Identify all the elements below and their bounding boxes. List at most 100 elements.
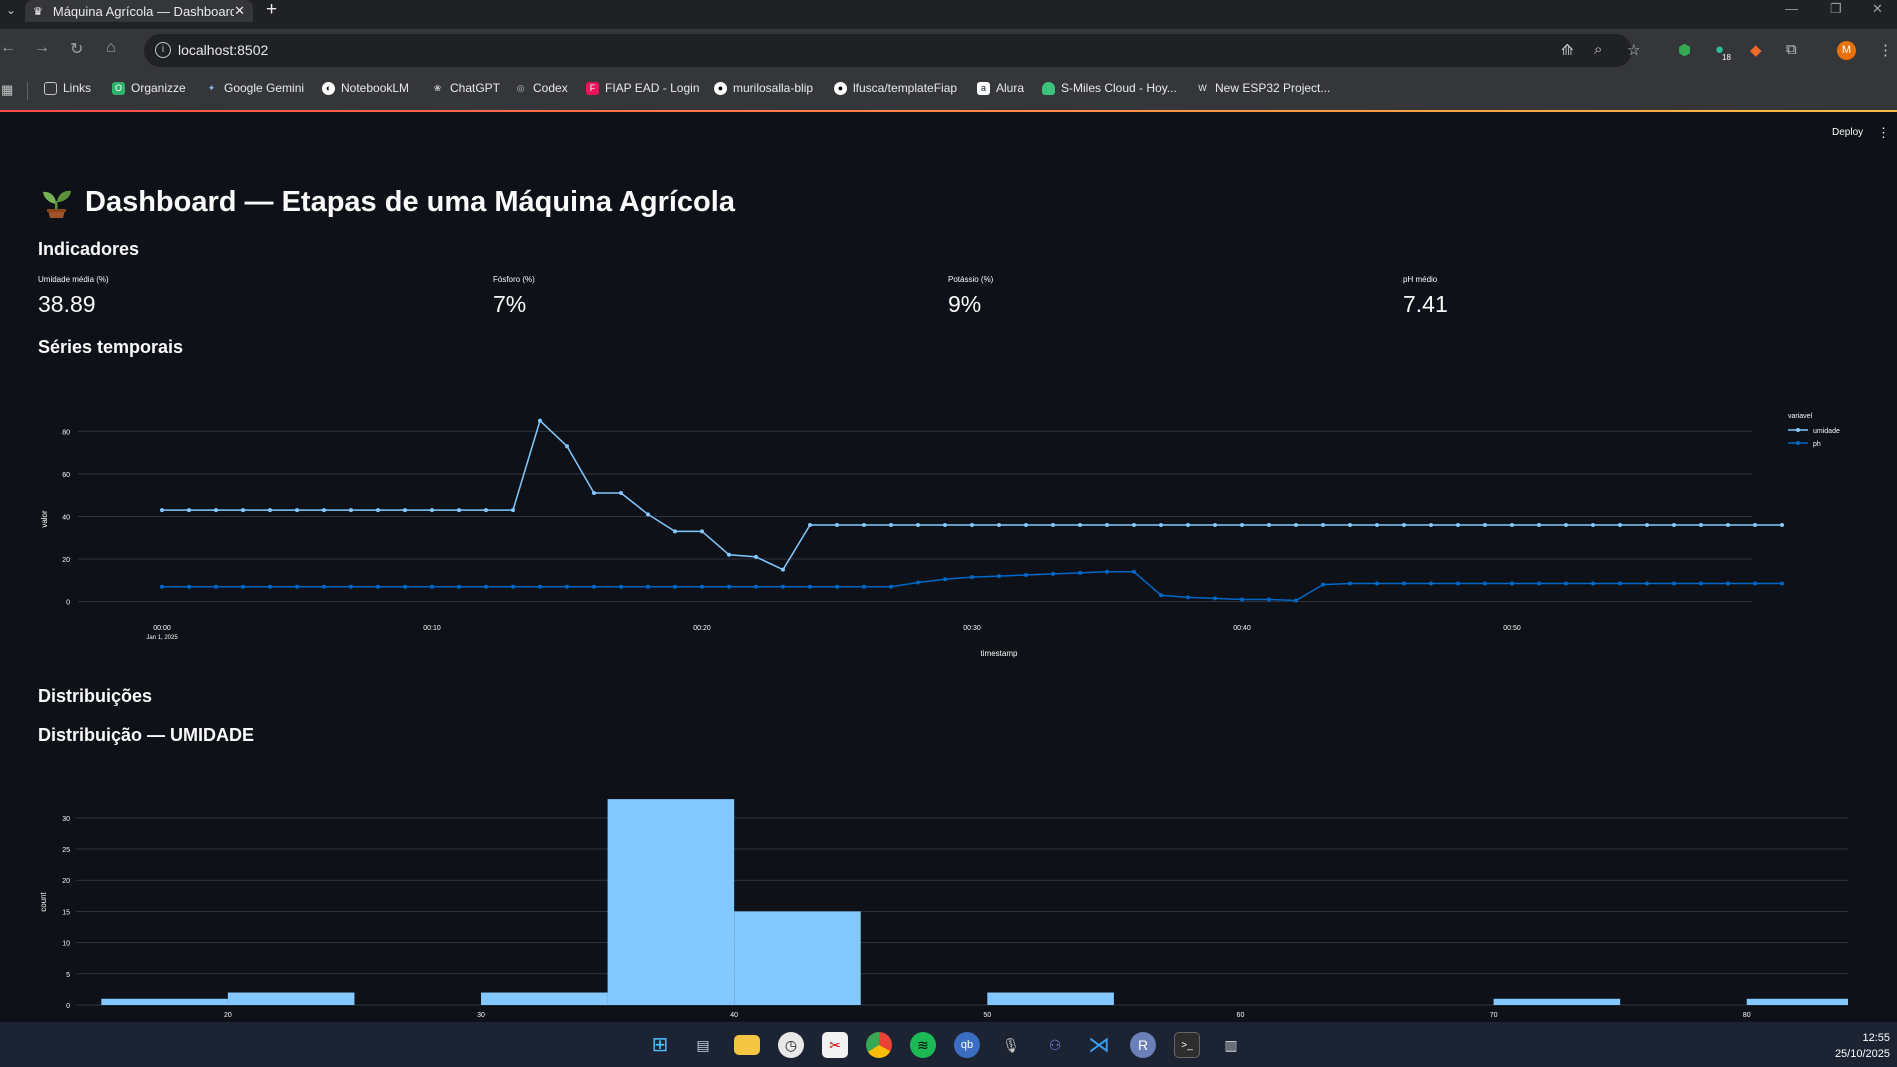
y-tick-label: 30 [62, 816, 70, 823]
spotify-icon[interactable]: ≋ [910, 1032, 936, 1058]
data-point-umidade [376, 508, 380, 513]
histogram-bar [1746, 998, 1848, 1005]
bookmark-fiap[interactable]: F FIAP EAD - Login [586, 81, 700, 95]
system-clock[interactable]: 12:55 25/10/2025 [1820, 1030, 1890, 1062]
zoom-icon[interactable]: ⌕ [1594, 41, 1602, 58]
microphone-icon[interactable]: 🎙 [998, 1032, 1024, 1058]
chrome-icon[interactable] [866, 1032, 892, 1058]
data-point-ph [1024, 573, 1028, 577]
bookmark-gemini[interactable]: ✦ Google Gemini [205, 81, 304, 95]
minimize-icon[interactable]: — [1785, 0, 1798, 20]
bookmark-codex[interactable]: ◎ Codex [514, 81, 568, 95]
data-point-ph [1078, 570, 1082, 575]
forward-icon[interactable]: → [34, 39, 50, 57]
data-point-umidade [565, 444, 569, 449]
data-point-umidade [1456, 522, 1460, 527]
windows-taskbar: ⊞ ▤ ◷ ✂ ≋ qb 🎙 ⚇ ⋊ R >_ ▥ 12:55 25/10/20… [0, 1022, 1897, 1067]
bookmark-label: ChatGPT [450, 81, 501, 95]
metric-ph-label: pH médio [1403, 275, 1438, 284]
bookmark-star-icon[interactable]: ☆ [1627, 41, 1640, 59]
data-point-ph [700, 584, 704, 589]
data-point-umidade [970, 522, 974, 527]
vscode-icon[interactable]: ⋊ [1086, 1032, 1112, 1058]
clock-app-icon[interactable]: ◷ [778, 1032, 804, 1058]
apps-grid-icon[interactable]: ▦ [1, 82, 13, 98]
y-tick-label: 0 [66, 1003, 70, 1010]
data-point-ph [1240, 597, 1244, 602]
windows-start-icon[interactable]: ⊞ [647, 1032, 673, 1058]
x-tick-label: 50 [983, 1012, 991, 1019]
data-point-umidade [727, 552, 731, 557]
y-tick-label: 40 [62, 514, 70, 521]
profile-avatar[interactable]: M [1837, 41, 1856, 60]
extension-fox-icon[interactable]: ◆ [1750, 41, 1762, 59]
x-tick-label: 20 [224, 1012, 232, 1019]
data-point-ph [1780, 581, 1784, 586]
data-point-ph [916, 580, 920, 585]
reload-icon[interactable]: ↻ [70, 39, 83, 59]
x-tick-label: 30 [477, 1012, 485, 1019]
main-menu-icon[interactable]: ⋮ [1877, 125, 1890, 141]
data-point-umidade [1753, 522, 1757, 527]
timeseries-chart[interactable]: 0 20 40 60 80 00:00 00:10 00:20 00:30 00:40 00:50 J… [0, 400, 1897, 670]
github-icon: ● [834, 81, 847, 95]
bookmark-murilosalla[interactable]: ● murilosalla-blip [714, 81, 813, 95]
qbittorrent-icon[interactable]: qb [954, 1032, 980, 1058]
bookmark-chatgpt[interactable]: ❀ ChatGPT [431, 81, 500, 95]
bookmark-label: Codex [533, 81, 568, 95]
data-point-umidade [1159, 522, 1163, 527]
browser-tab-strip: ⌄ ♛ Máquina Agrícola — Dashboard ✕ + — ❐… [0, 0, 1897, 29]
home-icon[interactable]: ⌂ [106, 39, 116, 57]
bookmark-alura[interactable]: a Alura [977, 81, 1024, 95]
data-point-ph [403, 584, 407, 589]
extensions-puzzle-icon[interactable]: ⧉ [1786, 41, 1797, 58]
restore-icon[interactable]: ❐ [1830, 0, 1842, 20]
calculator-icon[interactable]: ▤ [690, 1032, 716, 1058]
bookmark-smiles[interactable]: S-Miles Cloud - Hoy... [1042, 81, 1177, 95]
r-icon[interactable]: R [1130, 1032, 1156, 1058]
histogram-bar [987, 992, 1114, 1005]
new-tab-button[interactable]: + [266, 0, 277, 20]
address-bar[interactable]: i localhost:8502 [144, 34, 1632, 67]
data-point-umidade [1402, 522, 1406, 527]
data-point-ph [322, 584, 326, 589]
data-point-ph [1591, 581, 1595, 586]
umidade-histogram[interactable]: 0 5 10 15 20 25 30 20 30 40 50 60 70 80 count [0, 790, 1897, 1022]
storage-icon[interactable]: ▥ [1218, 1032, 1244, 1058]
bookmark-templatefiap[interactable]: ● lfusca/templateFiap [834, 81, 957, 95]
site-info-icon[interactable]: i [155, 42, 171, 58]
teams-icon[interactable]: ⚇ [1042, 1032, 1068, 1058]
bookmark-organizze[interactable]: O Organizze [112, 81, 186, 95]
snipping-tool-icon[interactable]: ✂ [822, 1032, 848, 1058]
tab-close-icon[interactable]: ✕ [234, 3, 245, 19]
data-point-umidade [1132, 522, 1136, 527]
extension-shield-icon[interactable]: ⬢ [1678, 41, 1691, 59]
bookmark-links[interactable]: Links [44, 81, 91, 95]
bookmark-esp32[interactable]: W New ESP32 Project... [1196, 81, 1330, 95]
data-point-ph [1051, 571, 1055, 576]
browser-menu-icon[interactable]: ⋮ [1878, 41, 1893, 59]
data-point-ph [808, 584, 812, 589]
data-point-ph [1267, 597, 1271, 602]
bookmarks-bar: ▦ Links O Organizze ✦ Google Gemini ◐ Noteb… [0, 73, 1897, 111]
tab-search-chevron-icon[interactable]: ⌄ [0, 0, 22, 20]
deploy-button[interactable]: Deploy [1832, 127, 1863, 138]
browser-tab-active[interactable]: ♛ Máquina Agrícola — Dashboard ✕ [25, 0, 253, 22]
x-tick-label: 60 [1237, 1012, 1245, 1019]
github-icon: ● [714, 81, 727, 95]
translate-icon[interactable]: ⟰ [1561, 41, 1574, 59]
data-point-umidade [754, 554, 758, 559]
bookmark-notebooklm[interactable]: ◐ NotebookLM [322, 81, 409, 95]
terminal-icon[interactable]: >_ [1174, 1032, 1200, 1058]
data-point-umidade [430, 508, 434, 513]
file-explorer-icon[interactable] [734, 1035, 760, 1055]
notebooklm-icon: ◐ [322, 81, 335, 95]
x-tick-label: 00:10 [423, 625, 441, 632]
data-point-ph [457, 584, 461, 589]
data-point-ph [727, 584, 731, 589]
data-point-umidade [1699, 522, 1703, 527]
back-icon[interactable]: ← [0, 39, 16, 57]
indicators-heading: Indicadores [38, 239, 140, 259]
close-window-icon[interactable]: ✕ [1872, 0, 1883, 20]
data-point-umidade [1483, 522, 1487, 527]
